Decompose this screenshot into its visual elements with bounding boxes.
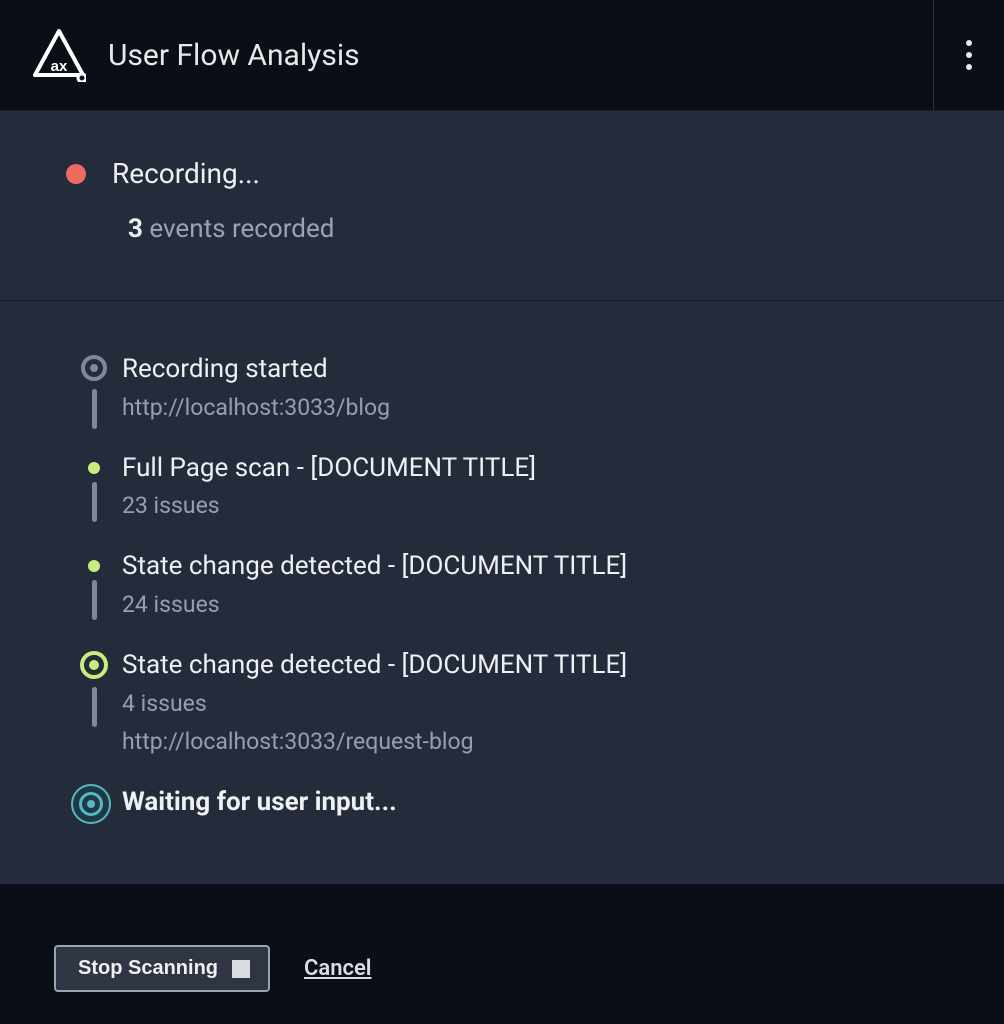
footer: Stop Scanning Cancel bbox=[0, 913, 1004, 1024]
timeline-item-sub: 4 issues bbox=[122, 688, 938, 720]
timeline-gutter bbox=[66, 550, 122, 624]
timeline-item-title: Waiting for user input... bbox=[122, 786, 938, 819]
timeline-body: Full Page scan - [DOCUMENT TITLE] 23 issu… bbox=[122, 452, 938, 551]
recording-indicator-icon bbox=[66, 164, 86, 184]
timeline-gutter bbox=[66, 786, 122, 824]
timeline-item-title: State change detected - [DOCUMENT TITLE] bbox=[122, 649, 938, 682]
timeline-item-sub: http://localhost:3033/blog bbox=[122, 392, 938, 424]
timeline-gutter bbox=[66, 649, 122, 731]
events-count-suffix: events recorded bbox=[149, 214, 334, 244]
timeline-item: State change detected - [DOCUMENT TITLE]… bbox=[66, 550, 938, 649]
timeline-item-title: State change detected - [DOCUMENT TITLE] bbox=[122, 550, 938, 583]
stop-icon bbox=[232, 960, 250, 978]
status-label: Recording... bbox=[112, 157, 260, 190]
page-title: User Flow Analysis bbox=[108, 38, 360, 73]
timeline-body: Waiting for user input... bbox=[122, 786, 938, 819]
svg-text:ax: ax bbox=[51, 58, 68, 75]
timeline-marker-icon bbox=[81, 355, 107, 381]
timeline-item: Recording started http://localhost:3033/b… bbox=[66, 353, 938, 452]
timeline-body: State change detected - [DOCUMENT TITLE]… bbox=[122, 550, 938, 649]
status-row: Recording... bbox=[66, 157, 938, 190]
timeline-item: State change detected - [DOCUMENT TITLE]… bbox=[66, 649, 938, 786]
timeline-item: Waiting for user input... bbox=[66, 786, 938, 824]
timeline-connector bbox=[92, 580, 97, 620]
more-menu-button[interactable] bbox=[934, 0, 1004, 110]
timeline-marker-icon bbox=[88, 560, 100, 572]
timeline-gutter bbox=[66, 452, 122, 526]
timeline-item-title: Recording started bbox=[122, 353, 938, 386]
cancel-link[interactable]: Cancel bbox=[304, 956, 372, 981]
status-panel: Recording... 3 events recorded bbox=[0, 110, 1004, 300]
axe-logo-icon: ax bbox=[32, 28, 86, 82]
stop-scanning-button[interactable]: Stop Scanning bbox=[54, 945, 270, 992]
header: ax User Flow Analysis bbox=[0, 0, 1004, 110]
timeline-connector bbox=[92, 389, 97, 429]
kebab-icon bbox=[966, 40, 972, 70]
timeline-panel: Recording started http://localhost:3033/b… bbox=[0, 301, 1004, 884]
stop-scanning-label: Stop Scanning bbox=[78, 957, 218, 980]
timeline-item-sub: 23 issues bbox=[122, 490, 938, 522]
timeline-gutter bbox=[66, 353, 122, 433]
timeline-item-sub: http://localhost:3033/request-blog bbox=[122, 726, 938, 758]
timeline-item: Full Page scan - [DOCUMENT TITLE] 23 issu… bbox=[66, 452, 938, 551]
timeline-marker-icon bbox=[88, 462, 100, 474]
timeline-connector bbox=[92, 482, 97, 522]
timeline-marker-icon bbox=[80, 651, 108, 679]
status-subtext: 3 events recorded bbox=[128, 214, 938, 244]
timeline-marker-icon bbox=[71, 784, 111, 824]
timeline-item-title: Full Page scan - [DOCUMENT TITLE] bbox=[122, 452, 938, 485]
timeline-body: Recording started http://localhost:3033/b… bbox=[122, 353, 938, 452]
events-count: 3 bbox=[128, 214, 143, 244]
timeline-body: State change detected - [DOCUMENT TITLE]… bbox=[122, 649, 938, 786]
timeline-connector bbox=[92, 687, 97, 727]
timeline-item-sub: 24 issues bbox=[122, 589, 938, 621]
